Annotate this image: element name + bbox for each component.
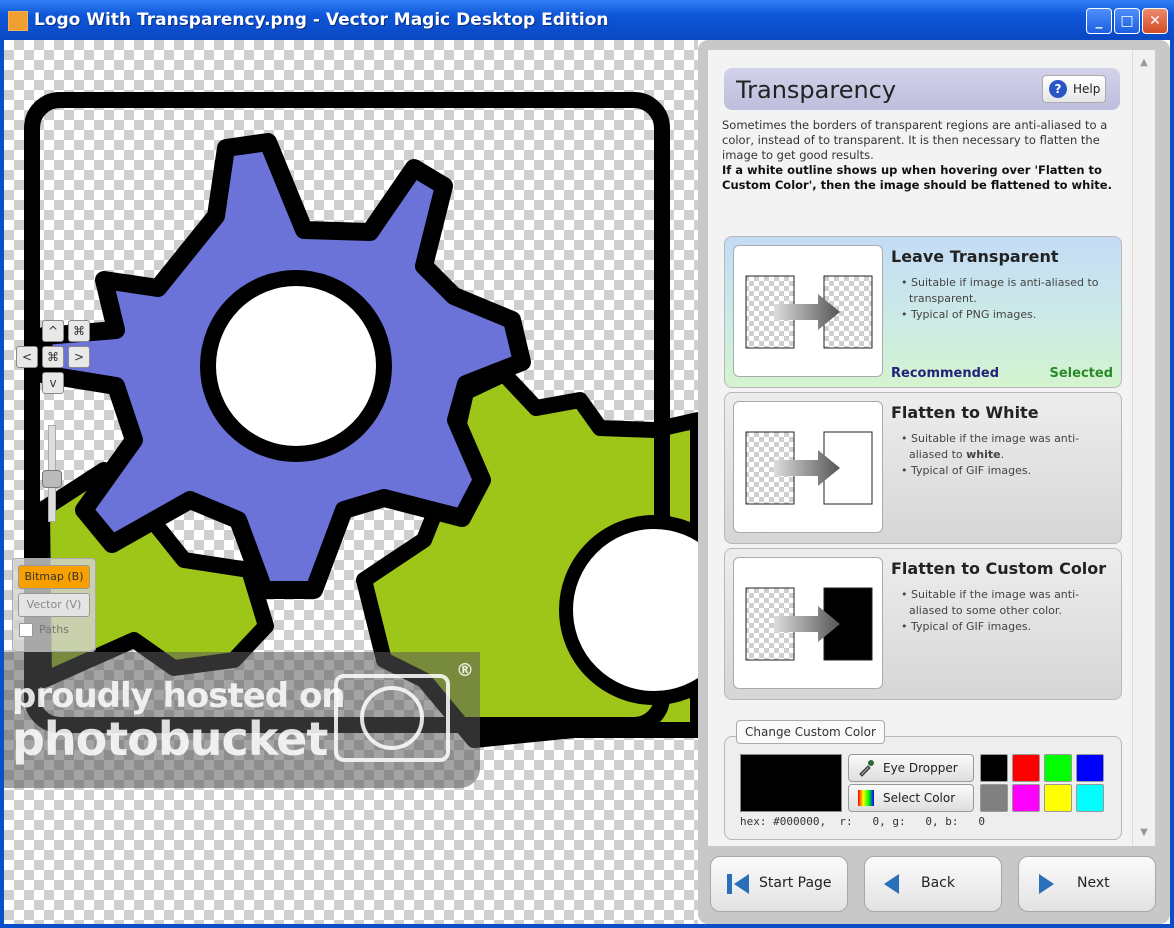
wizard-content: Transparency ? Help Sometimes the border… bbox=[708, 50, 1132, 846]
description-text: Sometimes the borders of transparent reg… bbox=[722, 118, 1108, 162]
pan-up-button[interactable]: ^ bbox=[42, 320, 64, 342]
next-button[interactable]: Next bbox=[1018, 856, 1156, 912]
flatten-custom-thumbnail bbox=[733, 557, 883, 689]
bitmap-view-button[interactable]: Bitmap (B) bbox=[18, 565, 90, 589]
leave-transparent-title: Leave Transparent bbox=[891, 247, 1059, 266]
next-arrow-icon bbox=[1039, 874, 1054, 894]
flatten-custom-title: Flatten to Custom Color bbox=[891, 559, 1107, 578]
color-picker-icon bbox=[858, 790, 874, 806]
watermark-line1: proudly hosted on bbox=[12, 676, 346, 716]
flatten-white-bullet1-emphasis: white bbox=[966, 448, 1001, 461]
paths-label: Paths bbox=[39, 623, 69, 636]
eye-dropper-label: Eye Dropper bbox=[883, 761, 958, 775]
step-description: Sometimes the borders of transparent reg… bbox=[722, 118, 1124, 193]
help-button[interactable]: ? Help bbox=[1042, 75, 1106, 103]
paths-toggle[interactable]: Paths bbox=[19, 623, 69, 637]
flatten-white-bullet1-end: . bbox=[1000, 448, 1005, 461]
flatten-custom-bullet1: Suitable if the image was anti-aliased t… bbox=[909, 588, 1080, 617]
next-label: Next bbox=[1077, 875, 1110, 891]
view-mode-panel: Bitmap (B) Vector (V) Paths bbox=[12, 558, 96, 652]
hex-readout: hex: #000000, r: 0, g: 0, b: 0 bbox=[740, 815, 986, 828]
eye-dropper-icon bbox=[859, 760, 874, 777]
palette-swatch[interactable] bbox=[1076, 754, 1104, 782]
back-button[interactable]: Back bbox=[864, 856, 1002, 912]
option-flatten-white[interactable]: Flatten to White • Suitable if the image… bbox=[724, 392, 1122, 544]
watermark-line2: photobucket bbox=[12, 712, 328, 766]
back-label: Back bbox=[921, 875, 955, 891]
paths-checkbox[interactable] bbox=[19, 623, 33, 637]
leave-transparent-thumbnail bbox=[733, 245, 883, 377]
palette-swatch[interactable] bbox=[1044, 754, 1072, 782]
flatten-white-bullet2: Typical of GIF images. bbox=[911, 464, 1032, 477]
image-canvas[interactable]: ^ ⌘ < ⌘ > v Bitmap (B) Vector (V) Paths … bbox=[4, 40, 698, 924]
palette-swatch[interactable] bbox=[1012, 784, 1040, 812]
pan-down-button[interactable]: v bbox=[42, 372, 64, 394]
fit-view-button[interactable]: ⌘ bbox=[68, 320, 90, 342]
scroll-up-icon[interactable]: ▲ bbox=[1135, 54, 1153, 72]
start-page-label: Start Page bbox=[759, 875, 832, 891]
flatten-custom-bullet2: Typical of GIF images. bbox=[911, 620, 1032, 633]
camera-logo-icon bbox=[334, 674, 450, 762]
select-color-button[interactable]: Select Color bbox=[848, 784, 974, 812]
start-page-button[interactable]: Start Page bbox=[710, 856, 848, 912]
vector-view-button[interactable]: Vector (V) bbox=[18, 593, 90, 617]
flatten-white-thumbnail bbox=[733, 401, 883, 533]
pan-right-button[interactable]: > bbox=[68, 346, 90, 368]
option-leave-transparent[interactable]: Leave Transparent • Suitable if image is… bbox=[724, 236, 1122, 388]
close-button[interactable]: ✕ bbox=[1142, 8, 1168, 34]
step-title: Transparency bbox=[736, 76, 897, 104]
eye-dropper-button[interactable]: Eye Dropper bbox=[848, 754, 974, 782]
palette-swatch[interactable] bbox=[1076, 784, 1104, 812]
help-icon: ? bbox=[1049, 80, 1067, 98]
wizard-panel: Transparency ? Help Sometimes the border… bbox=[698, 40, 1170, 924]
logo-artwork bbox=[24, 92, 698, 748]
palette-swatch[interactable] bbox=[1044, 784, 1072, 812]
palette-swatch[interactable] bbox=[1012, 754, 1040, 782]
change-custom-color-label: Change Custom Color bbox=[736, 720, 885, 744]
flatten-white-title: Flatten to White bbox=[891, 403, 1039, 422]
panel-scrollbar[interactable]: ▲ ▼ bbox=[1132, 50, 1155, 846]
palette-swatch[interactable] bbox=[980, 754, 1008, 782]
title-bar: Logo With Transparency.png - Vector Magi… bbox=[0, 0, 1174, 40]
minimize-button[interactable]: _ bbox=[1086, 8, 1112, 34]
palette-swatch[interactable] bbox=[980, 784, 1008, 812]
recommended-label: Recommended bbox=[891, 366, 1000, 381]
description-bold-text: If a white outline shows up when hoverin… bbox=[722, 163, 1112, 192]
leave-transparent-bullet1: Suitable if image is anti-aliased to tra… bbox=[909, 276, 1099, 305]
step-header: Transparency ? Help bbox=[724, 68, 1120, 110]
client-area: ^ ⌘ < ⌘ > v Bitmap (B) Vector (V) Paths … bbox=[4, 40, 1170, 924]
maximize-button[interactable]: □ bbox=[1114, 8, 1140, 34]
pan-left-button[interactable]: < bbox=[16, 346, 38, 368]
window-title: Logo With Transparency.png - Vector Magi… bbox=[34, 10, 609, 30]
select-color-label: Select Color bbox=[883, 791, 956, 805]
leave-transparent-bullet2: Typical of PNG images. bbox=[911, 308, 1037, 321]
scroll-down-icon[interactable]: ▼ bbox=[1135, 824, 1153, 842]
zoom-slider-thumb[interactable] bbox=[42, 470, 62, 488]
registered-mark: ® bbox=[456, 660, 474, 681]
back-arrow-icon bbox=[884, 874, 899, 894]
photobucket-watermark: proudly hosted on photobucket ® bbox=[4, 652, 480, 788]
start-page-icon bbox=[727, 874, 749, 894]
current-color-swatch bbox=[740, 754, 842, 812]
center-view-button[interactable]: ⌘ bbox=[42, 346, 64, 368]
option-flatten-custom[interactable]: Flatten to Custom Color • Suitable if th… bbox=[724, 548, 1122, 700]
help-label: Help bbox=[1073, 82, 1101, 96]
app-icon bbox=[8, 11, 28, 31]
selected-label: Selected bbox=[1049, 366, 1114, 381]
